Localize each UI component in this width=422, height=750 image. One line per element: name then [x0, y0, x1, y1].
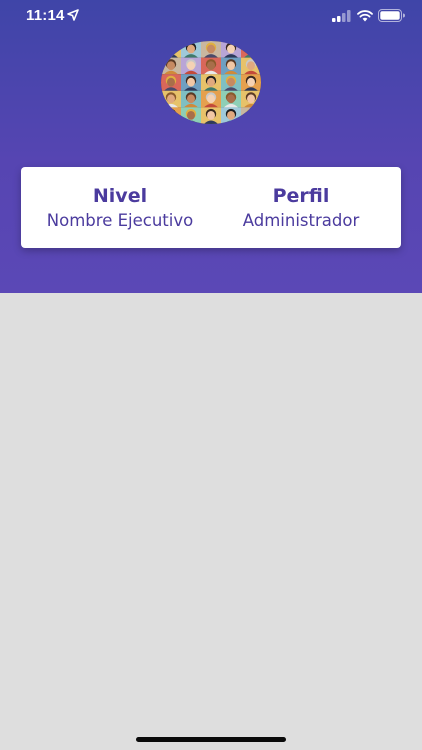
avatar-tile: [241, 57, 261, 75]
avatar-tile: [201, 74, 221, 91]
profile-column: Perfil Administrador: [219, 184, 383, 233]
avatar-tile: [201, 90, 221, 108]
avatar-tile: [241, 41, 261, 58]
people-collage-avatar: [161, 41, 261, 124]
avatar-tile: [201, 41, 221, 58]
avatar-tile: [221, 107, 241, 124]
avatar-tile: [181, 107, 201, 124]
avatar-tile: [221, 90, 241, 108]
status-time: 11:14: [26, 7, 65, 24]
avatar-tile: [181, 74, 201, 91]
avatar-tile: [201, 57, 221, 75]
profile-header: 11:14 Nivel Nombre Ejecutivo Perfil Admi…: [0, 0, 422, 293]
avatar-tile: [241, 90, 261, 108]
info-card: Nivel Nombre Ejecutivo Perfil Administra…: [21, 167, 401, 248]
avatar-tile: [161, 74, 181, 91]
avatar-tile: [161, 90, 181, 108]
battery-icon: [378, 9, 405, 22]
avatar-tile: [181, 41, 201, 58]
level-value: Nombre Ejecutivo: [46, 211, 194, 230]
avatar-tile: [241, 107, 261, 124]
avatar-tile: [221, 74, 241, 91]
profile-value: Administrador: [242, 211, 360, 230]
avatar-tile: [221, 41, 241, 58]
avatar[interactable]: [161, 41, 261, 124]
avatar-tile: [241, 74, 261, 91]
avatar-tile: [161, 107, 181, 124]
wifi-icon: [357, 10, 373, 22]
level-column: Nivel Nombre Ejecutivo: [31, 184, 209, 233]
cellular-signal-icon: [332, 10, 351, 22]
profile-title: Perfil: [272, 185, 330, 207]
avatar-tile: [181, 90, 201, 108]
avatar-tile: [201, 107, 221, 124]
level-title: Nivel: [92, 185, 148, 207]
avatar-tile: [181, 57, 201, 75]
location-arrow-icon: [67, 9, 79, 21]
avatar-tile: [161, 57, 181, 75]
status-bar: 11:14: [0, 0, 422, 32]
avatar-tile: [161, 41, 181, 58]
avatar-tile: [221, 57, 241, 75]
home-indicator[interactable]: [136, 737, 286, 742]
